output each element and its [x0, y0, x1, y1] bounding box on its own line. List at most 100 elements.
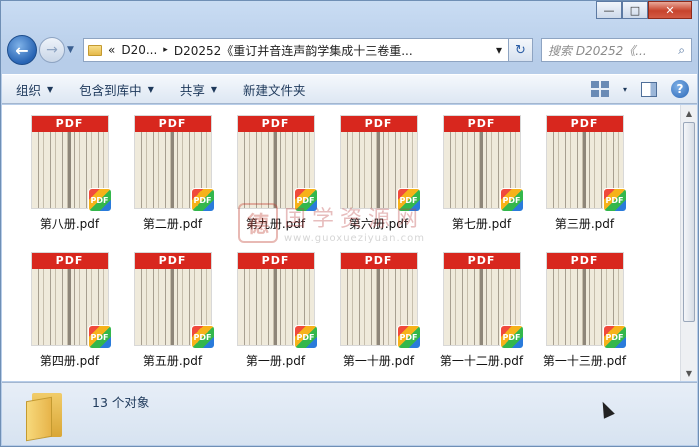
search-input[interactable]: 搜索 D20252《... ⌕	[541, 38, 692, 62]
pdf-file-icon: PDF	[499, 325, 524, 349]
chevron-down-icon: ▼	[147, 84, 154, 94]
pdf-thumbnail[interactable]: PDF PDF	[339, 115, 421, 212]
file-item[interactable]: PDF PDF 第一十册.pdf	[327, 252, 430, 369]
file-name[interactable]: 第一十二册.pdf	[440, 352, 523, 369]
file-item[interactable]: PDF PDF 第七册.pdf	[430, 115, 533, 232]
pdf-thumbnail[interactable]: PDF PDF	[442, 252, 524, 349]
pdf-header: PDF	[340, 253, 417, 269]
file-name[interactable]: 第五册.pdf	[143, 352, 202, 369]
pdf-thumbnail[interactable]: PDF PDF	[545, 252, 627, 349]
address-bar[interactable]: « D20... ▸ D20252《重订并音连声韵学集成十三卷重... ▾	[83, 38, 509, 62]
file-list-pane[interactable]: PDF PDF 第八册.pdf PDF PDF 第二册.pdf PDF PDF 第九册.pdf P…	[2, 105, 680, 381]
minimize-button[interactable]: —	[596, 1, 622, 19]
new-folder-label: 新建文件夹	[243, 82, 306, 98]
back-button[interactable]: ←	[7, 35, 37, 65]
file-item[interactable]: PDF PDF 第一十三册.pdf	[533, 252, 636, 369]
pdf-thumbnail[interactable]: PDF PDF	[236, 252, 318, 349]
file-item[interactable]: PDF PDF 第一册.pdf	[224, 252, 327, 369]
file-item[interactable]: PDF PDF 第四册.pdf	[18, 252, 121, 369]
pdf-header: PDF	[134, 116, 211, 132]
folder-icon	[88, 44, 102, 56]
change-view-icon[interactable]	[590, 81, 609, 97]
file-name[interactable]: 第一十三册.pdf	[543, 352, 626, 369]
file-item[interactable]: PDF PDF 第八册.pdf	[18, 115, 121, 232]
pdf-header: PDF	[443, 253, 520, 269]
share-label: 共享	[179, 82, 205, 98]
pdf-header: PDF	[237, 116, 314, 132]
close-button[interactable]: ✕	[648, 1, 692, 19]
share-menu[interactable]: 共享 ▼	[180, 80, 217, 99]
pdf-header: PDF	[546, 116, 623, 132]
file-item[interactable]: PDF PDF 第一十二册.pdf	[430, 252, 533, 369]
scroll-thumb[interactable]	[683, 122, 695, 322]
file-item[interactable]: PDF PDF 第二册.pdf	[121, 115, 224, 232]
pdf-file-icon: PDF	[602, 188, 627, 212]
vertical-scrollbar[interactable]: ▲ ▼	[680, 105, 697, 381]
pdf-file-icon: PDF	[396, 188, 421, 212]
organize-label: 组织	[16, 82, 42, 98]
refresh-button[interactable]: ↻	[509, 38, 533, 62]
pdf-file-icon: PDF	[602, 325, 627, 349]
help-icon[interactable]: ?	[671, 80, 689, 98]
file-item[interactable]: PDF PDF 第六册.pdf	[327, 115, 430, 232]
explorer-window: — □ ✕ ← → ▼ « D20... ▸ D20252《重订并音连声韵学集成…	[0, 0, 699, 447]
pdf-header: PDF	[546, 253, 623, 269]
include-in-library-menu[interactable]: 包含到库中 ▼	[79, 80, 154, 99]
file-item[interactable]: PDF PDF 第五册.pdf	[121, 252, 224, 369]
pdf-file-icon: PDF	[396, 325, 421, 349]
details-pane: 13 个对象	[2, 382, 697, 445]
maximize-button[interactable]: □	[622, 1, 648, 19]
file-name[interactable]: 第一十册.pdf	[343, 352, 414, 369]
pdf-thumbnail[interactable]: PDF PDF	[545, 115, 627, 212]
pdf-thumbnail[interactable]: PDF PDF	[339, 252, 421, 349]
pdf-thumbnail[interactable]: PDF PDF	[133, 252, 215, 349]
pdf-thumbnail[interactable]: PDF PDF	[30, 115, 112, 212]
pdf-file-icon: PDF	[293, 188, 318, 212]
file-name[interactable]: 第一册.pdf	[246, 352, 305, 369]
pdf-file-icon: PDF	[190, 325, 215, 349]
pdf-thumbnail[interactable]: PDF PDF	[30, 252, 112, 349]
scroll-up-icon[interactable]: ▲	[681, 105, 697, 121]
pdf-thumbnail[interactable]: PDF PDF	[133, 115, 215, 212]
file-item[interactable]: PDF PDF 第三册.pdf	[533, 115, 636, 232]
breadcrumb-segment-2[interactable]: D20252《重订并音连声韵学集成十三卷重...	[174, 42, 490, 59]
pdf-header: PDF	[31, 116, 108, 132]
file-name[interactable]: 第八册.pdf	[40, 215, 99, 232]
caption-buttons: — □ ✕	[596, 1, 692, 23]
file-name[interactable]: 第七册.pdf	[452, 215, 511, 232]
file-grid: PDF PDF 第八册.pdf PDF PDF 第二册.pdf PDF PDF 第九册.pdf P…	[18, 115, 636, 369]
breadcrumb-separator-icon[interactable]: ▸	[163, 45, 168, 55]
pdf-file-icon: PDF	[87, 325, 112, 349]
file-name[interactable]: 第六册.pdf	[349, 215, 408, 232]
file-name[interactable]: 第四册.pdf	[40, 352, 99, 369]
pdf-file-icon: PDF	[87, 188, 112, 212]
toolbar-right: ▾ ?	[590, 80, 689, 98]
address-chevron-icon[interactable]: «	[108, 43, 115, 57]
pdf-header: PDF	[134, 253, 211, 269]
pdf-file-icon: PDF	[293, 325, 318, 349]
address-dropdown-icon[interactable]: ▾	[496, 43, 508, 57]
command-bar: 组织 ▼ 包含到库中 ▼ 共享 ▼ 新建文件夹 ▾ ?	[2, 74, 697, 104]
pdf-header: PDF	[443, 116, 520, 132]
breadcrumb-segment-1[interactable]: D20...	[121, 43, 157, 57]
file-name[interactable]: 第二册.pdf	[143, 215, 202, 232]
scroll-down-icon[interactable]: ▼	[681, 365, 697, 381]
address-row: ← → ▼ « D20... ▸ D20252《重订并音连声韵学集成十三卷重..…	[7, 33, 692, 67]
search-icon[interactable]: ⌕	[678, 43, 685, 58]
file-name[interactable]: 第九册.pdf	[246, 215, 305, 232]
pdf-thumbnail[interactable]: PDF PDF	[442, 115, 524, 212]
file-name[interactable]: 第三册.pdf	[555, 215, 614, 232]
pdf-file-icon: PDF	[190, 188, 215, 212]
forward-button[interactable]: →	[39, 37, 65, 63]
include-label: 包含到库中	[79, 82, 142, 98]
organize-menu[interactable]: 组织 ▼	[16, 80, 53, 99]
new-folder-button[interactable]: 新建文件夹	[243, 80, 306, 99]
file-item[interactable]: PDF PDF 第九册.pdf	[224, 115, 327, 232]
recent-pages-dropdown[interactable]: ▼	[67, 45, 79, 55]
search-placeholder: 搜索 D20252《...	[548, 43, 647, 58]
pdf-header: PDF	[237, 253, 314, 269]
preview-pane-icon[interactable]	[641, 81, 657, 97]
pdf-thumbnail[interactable]: PDF PDF	[236, 115, 318, 212]
item-count: 13 个对象	[92, 395, 150, 410]
view-options-dropdown-icon[interactable]: ▾	[623, 85, 627, 94]
